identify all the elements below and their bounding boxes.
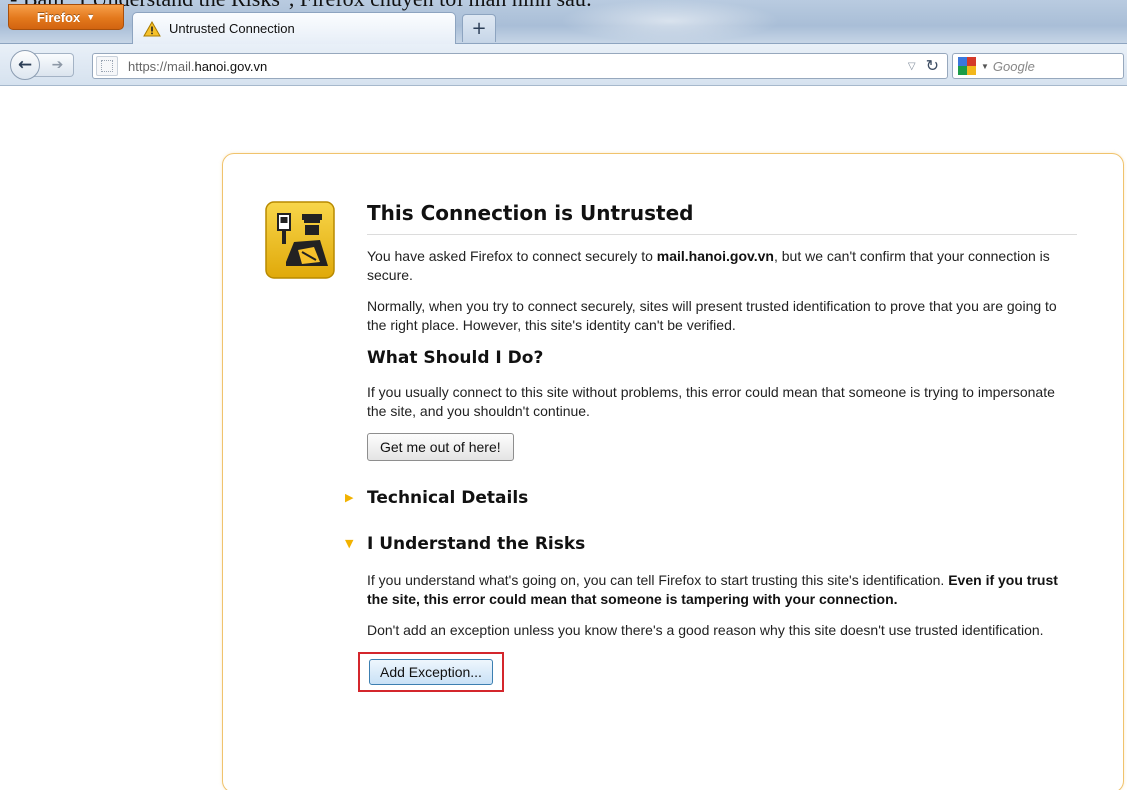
risks-text: If you understand what's going on, you c… <box>367 571 1077 609</box>
page-content: This Connection is Untrusted You have as… <box>0 87 1127 790</box>
url-host: hanoi.gov.vn <box>194 58 268 74</box>
google-icon[interactable] <box>957 56 977 76</box>
url-prefix: https://mail. <box>128 58 195 74</box>
expand-triangle-icon: ▶ <box>345 491 354 504</box>
normally-text: Normally, when you try to connect secure… <box>367 298 1057 333</box>
intro-text-pre: You have asked Firefox to connect secure… <box>367 248 657 264</box>
error-content: This Connection is Untrusted You have as… <box>345 200 1077 692</box>
search-bar[interactable]: ▼ Google <box>952 53 1124 79</box>
chevron-down-icon: ▼ <box>86 12 96 22</box>
tab-title: Untrusted Connection <box>169 21 295 36</box>
highlight-box: Add Exception... <box>358 652 504 692</box>
search-input[interactable]: Google <box>993 59 1035 74</box>
firefox-menu-button[interactable]: Firefox ▼ <box>8 4 124 30</box>
risks-heading: I Understand the Risks <box>367 534 586 554</box>
police-officer-badge-icon <box>265 201 335 279</box>
risks-text-plain: If you understand what's going on, you c… <box>367 572 949 588</box>
error-page-container: This Connection is Untrusted You have as… <box>222 153 1124 790</box>
intro-text: You have asked Firefox to connect secure… <box>367 247 1077 285</box>
firefox-menu-label: Firefox <box>36 9 81 25</box>
search-engine-dropdown-icon[interactable]: ▼ <box>981 62 989 71</box>
dont-add-text: Don't add an exception unless you know t… <box>367 622 1044 638</box>
collapse-triangle-icon: ▼ <box>345 537 354 550</box>
get-me-out-button[interactable]: Get me out of here! <box>367 433 514 461</box>
warning-icon <box>143 20 161 36</box>
site-identity-icon <box>101 60 113 72</box>
dropdown-icon[interactable]: ▽ <box>908 61 916 72</box>
back-forward-group: ← ➔ <box>10 50 84 80</box>
what-should-i-do-text: If you usually connect to this site with… <box>367 384 1055 419</box>
add-exception-button[interactable]: Add Exception... <box>369 659 493 685</box>
url-bar[interactable]: https://mail. hanoi.gov.vn ▽ ↻ <box>92 53 948 79</box>
document-caption: - Bấm "I Understand the Risks", Firefox … <box>0 0 1127 14</box>
technical-details-heading: Technical Details <box>367 488 529 508</box>
risks-section: If you understand what's going on, you c… <box>358 571 1077 692</box>
plus-icon: + <box>471 18 487 39</box>
risks-expander[interactable]: ▼ I Understand the Risks <box>345 533 1077 555</box>
site-identity-button[interactable] <box>96 56 118 76</box>
back-arrow-icon: ← <box>17 55 33 75</box>
error-title: This Connection is Untrusted <box>367 200 1077 235</box>
tab-untrusted-connection[interactable]: Untrusted Connection <box>132 12 456 44</box>
intro-host: mail.hanoi.gov.vn <box>656 248 774 264</box>
forward-arrow-icon: ➔ <box>51 57 64 73</box>
new-tab-button[interactable]: + <box>462 14 496 42</box>
navigation-toolbar: ← ➔ https://mail. hanoi.gov.vn ▽ ↻ ▼ Goog… <box>0 44 1127 86</box>
back-button[interactable]: ← <box>10 50 40 80</box>
reload-icon[interactable]: ↻ <box>926 56 939 76</box>
what-should-i-do-heading: What Should I Do? <box>367 348 544 368</box>
url-bar-tools: ▽ ↻ <box>908 56 947 76</box>
technical-details-expander[interactable]: ▶ Technical Details <box>345 487 1077 509</box>
